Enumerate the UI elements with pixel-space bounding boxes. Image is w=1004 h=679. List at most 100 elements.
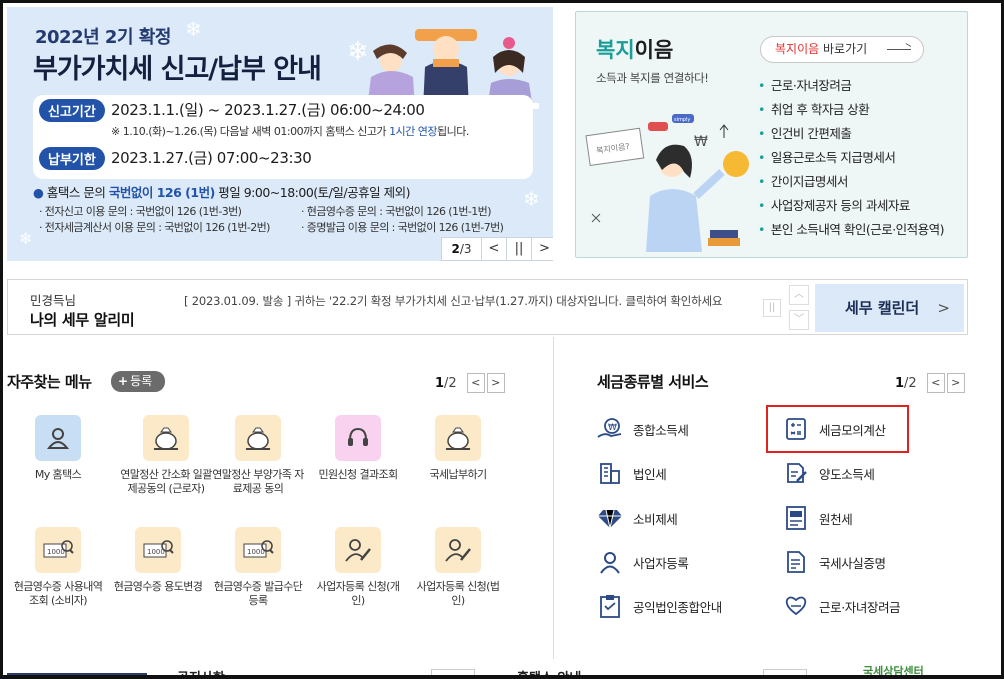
tax-business-registration[interactable]: 사업자등록 [597, 549, 689, 575]
bullet-icon: ● [33, 185, 44, 200]
tax-alert-title: 나의 세무 알리미 [30, 311, 135, 329]
menu-my-hometax[interactable]: My 홈택스 [12, 415, 104, 482]
favorites-title: 자주찾는 메뉴 [7, 373, 92, 391]
welfare-item[interactable]: 취업 후 학자금 상환 [758, 98, 944, 122]
receipt-search-icon: 1000 [135, 527, 181, 573]
tax-work-child-incentive[interactable]: 근로·자녀장려금 [783, 593, 901, 619]
svg-text:₩: ₩ [694, 134, 708, 150]
section-accent-bar [7, 673, 147, 675]
svg-text:₩: ₩ [608, 423, 617, 433]
payment-deadline: 2023.1.27.(금) 07:00~23:30 [111, 149, 312, 167]
favorites-next-button[interactable]: > [486, 373, 505, 393]
favorites-register-button[interactable]: + 등록 [111, 371, 165, 392]
consult-center-logo: 국세상담센터 [863, 665, 924, 678]
menu-business-registration-corporate[interactable]: 사업자등록 신청(법인) [412, 527, 504, 608]
menu-civil-result[interactable]: 민원신청 결과조회 [312, 415, 404, 482]
menu-cash-receipt-usage[interactable]: 1000 현금영수증 사용내역조회 (소비자) [12, 527, 104, 608]
inquiry-line: · 전자신고 이용 문의 : 국번없이 126 (1번-3번) [39, 205, 242, 218]
bottom-section-peek: 공지사항 홈택스 안내 국세상담센터 [7, 659, 1001, 678]
svg-text:simply: simply [674, 117, 690, 123]
headset-icon [335, 415, 381, 461]
inquiry-line: · 증명발급 이용 문의 : 국번없이 126 (1번-7번) [301, 221, 504, 234]
tax-services-prev-button[interactable]: < [926, 373, 945, 393]
alert-pause-button[interactable]: || [763, 299, 781, 317]
menu-pay-national-tax[interactable]: 국세납부하기 [412, 415, 504, 482]
favorites-pager: 1/2 < > [435, 373, 505, 393]
tax-calendar-button[interactable]: 세무 캘린더 > [815, 284, 964, 332]
tax-public-interest-corp[interactable]: 공익법인종합안내 [597, 593, 722, 619]
money-bag-icon [235, 415, 281, 461]
menu-cash-receipt-register[interactable]: 1000 현금영수증 발급수단 등록 [212, 527, 304, 608]
menu-year-end-consent[interactable]: 연말정산 간소화 일괄제공동의 (근로자) [120, 415, 212, 496]
user-icon [35, 415, 81, 461]
welfare-illustration-icon: 복지이음? simply ₩ [585, 114, 749, 252]
alert-down-button[interactable]: ﹀ [789, 310, 809, 330]
tax-services-next-button[interactable]: > [946, 373, 965, 393]
tax-consumption[interactable]: 소비제세 [597, 505, 678, 531]
tax-services-title: 세금종류별 서비스 [597, 373, 709, 391]
building-icon [597, 460, 623, 486]
guide-section-title[interactable]: 홈택스 안내 [517, 667, 581, 675]
plus-icon: + [118, 374, 129, 388]
banner-prev-button[interactable]: < [482, 238, 507, 260]
more-button[interactable] [431, 669, 475, 675]
welfare-item[interactable]: 본인 소득내역 확인(근로·인적용역) [758, 218, 945, 242]
inquiry-line: · 전자세금계산서 이용 문의 : 국번없이 126 (1번-2번) [39, 221, 270, 234]
svg-text:1000: 1000 [247, 548, 265, 556]
clipboard-icon [597, 593, 623, 619]
chevron-right-icon: > [937, 299, 950, 317]
person-pen-icon [335, 527, 381, 573]
more-button[interactable] [763, 669, 807, 675]
svg-text:1000: 1000 [47, 548, 65, 556]
snowflake-icon: ❄ [185, 17, 202, 41]
welfare-item[interactable]: 일용근로소득 지급명세서 [758, 146, 944, 170]
section-divider [553, 337, 554, 659]
person-icon [597, 549, 623, 575]
money-bag-icon [435, 415, 481, 461]
banner-page-indicator: 2/3 [442, 238, 482, 260]
welfare-item[interactable]: 사업장제공자 등의 과세자료 [758, 194, 944, 218]
vat-banner[interactable]: ❄ ❄ ❄ ❄ 2022년 2기 확정 부가가치세 신고/납부 안내 신고기간 … [7, 7, 553, 261]
person-pen-icon [435, 527, 481, 573]
inquiry-line: · 현금영수증 문의 : 국번없이 126 (1번-1번) [301, 205, 491, 218]
tax-withholding[interactable]: 원천세 [783, 505, 853, 531]
tax-corporate[interactable]: 법인세 [597, 460, 667, 486]
selection-highlight [766, 405, 909, 453]
arrow-right-icon [887, 49, 911, 50]
tax-services-page-indicator: 1/2 [895, 375, 917, 391]
tax-fact-certificate[interactable]: 국세사실증명 [783, 549, 886, 575]
filing-period: 2023.1.1.(일) ~ 2023.1.27.(금) 06:00~24:00 [111, 101, 425, 119]
welfare-link-box: 복지이음 소득과 복지를 연결하다! 복지이음 바로가기 근로·자녀장려금 취업… [575, 11, 968, 258]
banner-pause-button[interactable]: || [507, 238, 532, 260]
welfare-item[interactable]: 간이지급명세서 [758, 170, 944, 194]
welfare-go-button[interactable]: 복지이음 바로가기 [760, 36, 924, 63]
user-name: 민경득님 [30, 293, 77, 308]
snowflake-icon: ❄ [19, 229, 33, 248]
welfare-list: 근로·자녀장려금 취업 후 학자금 상환 인건비 간편제출 일용근로소득 지급명… [758, 74, 945, 242]
document-pen-icon [783, 460, 809, 486]
diamond-icon [597, 505, 623, 531]
tax-global-income[interactable]: ₩ 종합소득세 [597, 416, 689, 442]
favorites-prev-button[interactable]: < [466, 373, 485, 393]
banner-title-line1: 2022년 2기 확정 [35, 27, 171, 48]
certificate-icon [783, 549, 809, 575]
notice-section-title[interactable]: 공지사항 [177, 667, 225, 675]
filing-note: ※ 1.10.(화)~1.26.(목) 다음날 새벽 01:00까지 홈택스 신… [111, 125, 469, 138]
snowflake-icon: ❄ [523, 187, 540, 211]
welfare-title: 복지이음 [596, 38, 674, 62]
menu-business-registration-individual[interactable]: 사업자등록 신청(개인) [312, 527, 404, 608]
svg-text:1000: 1000 [147, 548, 165, 556]
welfare-subtitle: 소득과 복지를 연결하다! [596, 71, 709, 85]
menu-dependents-consent[interactable]: 연말정산 부양가족 자료제공 동의 [212, 415, 304, 496]
hometax-inquiry: ● 홈택스 문의 국번없이 126 (1번) 평일 9:00~18:00(토/일… [33, 185, 410, 200]
money-bag-icon [143, 415, 189, 461]
menu-cash-receipt-change[interactable]: 1000 현금영수증 용도변경 [112, 527, 204, 594]
welfare-item[interactable]: 근로·자녀장려금 [758, 74, 944, 98]
alert-up-button[interactable]: ︿ [789, 285, 809, 305]
tax-capital-gains[interactable]: 양도소득세 [783, 460, 875, 486]
banner-next-button[interactable]: > [532, 238, 553, 260]
page-frame: ❄ ❄ ❄ ❄ 2022년 2기 확정 부가가치세 신고/납부 안내 신고기간 … [0, 0, 1004, 679]
welfare-item[interactable]: 인건비 간편제출 [758, 122, 944, 146]
tax-alert-message[interactable]: [ 2023.01.09. 발송 ] 귀하는 '22.2기 확정 부가가치세 신… [184, 292, 756, 310]
won-hand-icon: ₩ [597, 416, 623, 442]
